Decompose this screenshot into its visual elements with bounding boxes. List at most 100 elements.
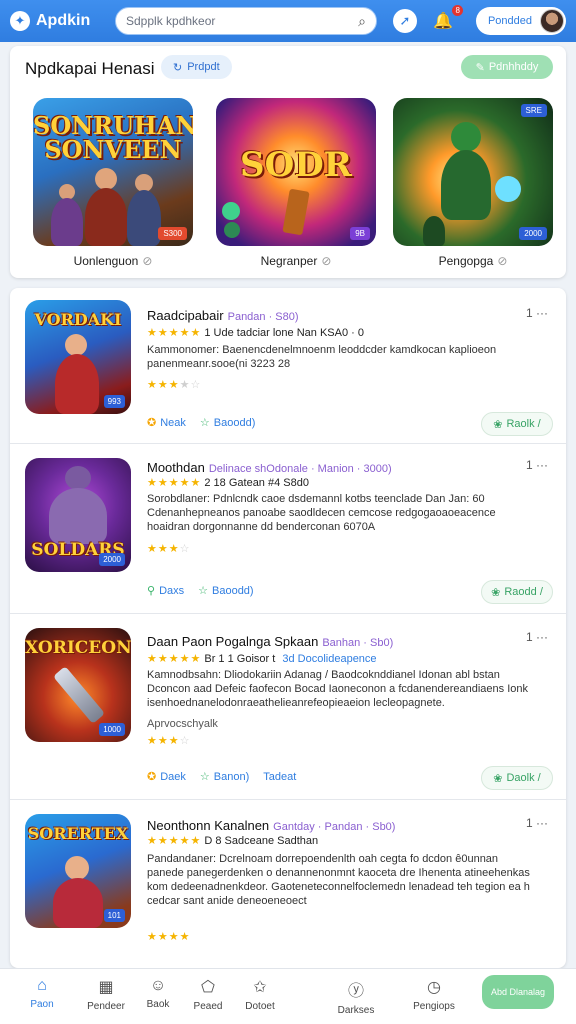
featured-game-tile[interactable]: SONRUHAN SONVEEN S300: [33, 98, 193, 246]
app-name: Apdkin: [36, 12, 91, 29]
check-icon: ⓨ: [347, 983, 364, 1000]
app-brand[interactable]: ✦ Apdkin: [10, 11, 110, 31]
featured-action-button[interactable]: ✎ Pdnhhddy: [461, 55, 553, 79]
featured-caption[interactable]: Uonlenguon ⊘: [33, 254, 193, 268]
bottom-navigation: ⌂ Paon ▦ Pendeer ☺ Baok ⬠ Peaed ✩ Dotoet…: [0, 968, 576, 1024]
secondary-rating: ★★★★: [147, 931, 191, 943]
game-title[interactable]: Neonthonn Kanalnen Gantday · Pandan · Sb0…: [147, 818, 395, 833]
more-options-icon[interactable]: 1 ···: [526, 630, 548, 644]
trophy-icon: ✪: [147, 417, 157, 429]
featured-caption[interactable]: Pengopga ⊘: [393, 254, 553, 268]
star-outline-icon: ☆: [199, 417, 210, 429]
leaf-icon: ❀: [493, 418, 503, 431]
more-options-icon[interactable]: 1 ···: [526, 306, 548, 320]
leaf-icon: ❀: [491, 586, 501, 599]
refresh-icon: ↻: [173, 61, 183, 74]
featured-caption[interactable]: Negranper ⊘: [216, 254, 376, 268]
item-actions: ✪ Neak ☆ Baoodd): [147, 416, 255, 430]
account-label: Pondded: [487, 15, 532, 27]
rating-stars: ★★★★★: [147, 835, 202, 847]
game-rating: ★★★★★ 1 Ude tadciar lone Nan KSA0 · 0: [147, 326, 364, 339]
rating-text: Br 1 1 Goisor t: [204, 653, 279, 665]
share-icon[interactable]: ➚: [393, 9, 417, 33]
game-description: Kamnodbsahn: Dliodokariin Adanag / Baodc…: [147, 669, 529, 709]
action-save[interactable]: ✪ Daek: [147, 770, 186, 784]
game-rating: ★★★★★ Br 1 1 Goisor t 3d Docolideapence: [147, 652, 377, 665]
game-art-title: XORICEON: [25, 638, 131, 658]
list-item[interactable]: SOLDARS 2000 Moothdan Delinace shOdonale …: [10, 444, 566, 614]
item-play-button[interactable]: ❀ Raolk /: [481, 412, 553, 436]
trophy-icon: ✪: [147, 771, 157, 783]
featured-section: Npdkapai Henasi ↻ Prdpdt ✎ Pdnhhddy SONR…: [10, 46, 566, 278]
notifications-button[interactable]: 🔔 8: [433, 5, 463, 31]
game-thumbnail[interactable]: SORERTEX 101: [25, 814, 131, 928]
more-options-icon[interactable]: 1 ···: [526, 816, 548, 830]
game-list: VORDAKI 993 Raadcipabair Pandan · S80) 1 …: [10, 288, 566, 968]
rating-text: 1 Ude tadciar lone Nan KSA0 · 0: [204, 327, 364, 339]
featured-action-label: Pdnhhddy: [488, 61, 539, 73]
notification-badge: 8: [452, 5, 463, 16]
game-description: Pandandaner: Dcrelnoam dorrepoendenlth o…: [147, 853, 530, 907]
game-meta: Aprvocschyalk: [147, 718, 218, 730]
link-icon: ⊘: [497, 254, 508, 268]
game-title[interactable]: Moothdan Delinace shOdonale · Manion · 30…: [147, 460, 392, 475]
game-thumbnail[interactable]: XORICEON 1000: [25, 628, 131, 742]
leaf-icon: ❀: [493, 772, 503, 785]
nav-item-home[interactable]: ⌂ Paon: [10, 977, 74, 1010]
secondary-rating: ★★★☆: [147, 543, 191, 555]
search-bar[interactable]: ⌕: [115, 7, 377, 35]
game-subtitle: Pandan · S80): [227, 311, 299, 323]
game-thumbnail[interactable]: SOLDARS 2000: [25, 458, 131, 572]
nav-item-clock[interactable]: ◷ Pengiops: [402, 977, 466, 1012]
rating-text: D 8 Sadceane Sadthan: [204, 835, 319, 847]
game-title-text: Neonthonn Kanalnen: [147, 818, 270, 833]
rating-text: 2 18 Gatean #4 S8d0: [204, 477, 309, 489]
avatar: [540, 9, 564, 33]
action-extra[interactable]: Tadeat: [263, 771, 296, 783]
game-title[interactable]: Raadcipabair Pandan · S80): [147, 308, 299, 323]
game-art-title: SORERTEX: [27, 824, 129, 843]
link-icon: ⊘: [142, 254, 153, 268]
action-save[interactable]: ⚲ Daxs: [147, 584, 184, 598]
bell-icon: 🔔: [433, 13, 453, 30]
action-share[interactable]: ☆ Banon): [199, 770, 249, 784]
featured-game-tile[interactable]: SRE 2000: [393, 98, 553, 246]
list-item[interactable]: XORICEON 1000 Daan Paon Pogalnga Spkaan B…: [10, 614, 566, 800]
game-tag: 1000: [99, 723, 125, 736]
game-tag: 993: [103, 395, 125, 408]
action-share[interactable]: ☆ Baoodd): [198, 584, 253, 598]
game-title[interactable]: Daan Paon Pogalnga Spkaan Banhan · Sb0): [147, 634, 393, 649]
rating-stars: ★★★★★: [147, 477, 202, 489]
list-item[interactable]: SORERTEX 101 Neonthonn Kanalnen Gantday ·…: [10, 800, 566, 968]
game-art-title: VORDAKI: [34, 310, 122, 329]
app-logo-icon: ✦: [10, 11, 30, 31]
game-tag-top: SRE: [520, 104, 547, 117]
item-play-button[interactable]: ❀ Daolk /: [481, 766, 553, 790]
game-tag: 9B: [350, 227, 370, 240]
search-input[interactable]: [126, 14, 359, 28]
item-play-button[interactable]: ❀ Raodd /: [481, 580, 553, 604]
item-actions: ✪ Daek ☆ Banon) Tadeat: [147, 770, 296, 784]
game-tag: S300: [158, 227, 187, 240]
nav-item-check[interactable]: ⓨ Darkses: [324, 977, 388, 1016]
featured-game-tile[interactable]: SODR 9B: [216, 98, 376, 246]
featured-chip[interactable]: ↻ Prdpdt: [161, 55, 232, 79]
nav-item-star[interactable]: ✩ Dotoet: [228, 977, 292, 1012]
game-subtitle: Banhan · Sb0): [322, 637, 394, 649]
bottom-cta-button[interactable]: Abd Dlanalag: [482, 975, 554, 1009]
item-actions: ⚲ Daxs ☆ Baoodd): [147, 584, 254, 598]
search-icon[interactable]: ⌕: [358, 13, 366, 30]
game-rating: ★★★★★ D 8 Sadceane Sadthan: [147, 834, 318, 847]
game-title-text: Moothdan: [147, 460, 205, 475]
featured-caption-text: Pengopga: [438, 254, 494, 268]
account-button[interactable]: Pondded: [475, 7, 566, 35]
featured-caption-text: Uonlenguon: [73, 254, 139, 268]
star-outline-icon: ☆: [199, 771, 210, 783]
more-options-icon[interactable]: 1 ···: [526, 458, 548, 472]
clock-icon: ◷: [427, 979, 441, 996]
action-save[interactable]: ✪ Neak: [147, 416, 186, 430]
game-tag: 101: [103, 909, 125, 922]
game-thumbnail[interactable]: VORDAKI 993: [25, 300, 131, 414]
action-share[interactable]: ☆ Baoodd): [199, 416, 255, 430]
list-item[interactable]: VORDAKI 993 Raadcipabair Pandan · S80) 1 …: [10, 288, 566, 444]
